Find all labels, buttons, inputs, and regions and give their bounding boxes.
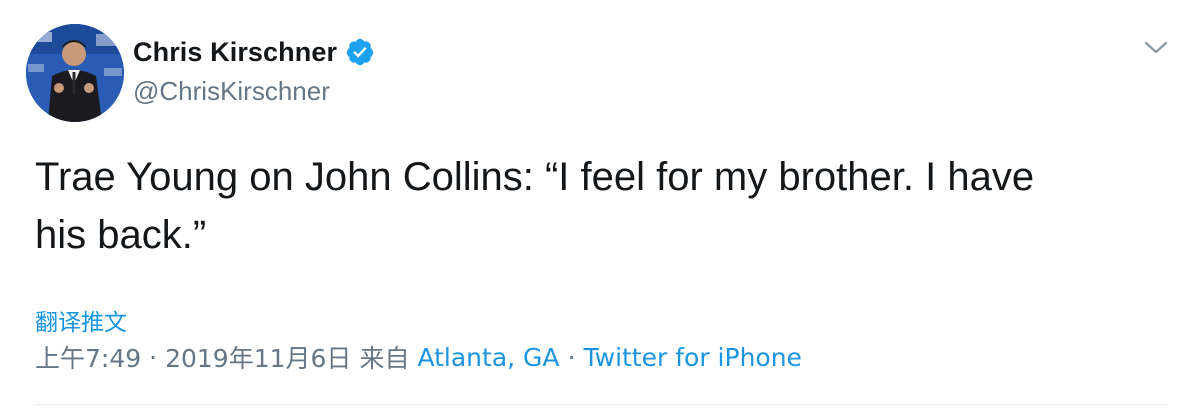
- tweet-card: Chris Kirschner @ChrisKirschner Trae You…: [0, 0, 1204, 408]
- tweet-date[interactable]: 2019年11月6日: [165, 339, 351, 375]
- tweet-text: Trae Young on John Collins: “I feel for …: [35, 148, 1165, 264]
- translate-tweet-link[interactable]: 翻译推文: [35, 303, 127, 337]
- divider: [35, 404, 1169, 405]
- verified-badge-icon: [345, 37, 375, 67]
- name-row: Chris Kirschner: [133, 34, 375, 70]
- location-link[interactable]: Atlanta, GA: [417, 343, 559, 372]
- from-label: 来自: [359, 344, 410, 373]
- user-handle[interactable]: @ChrisKirschner: [133, 76, 330, 107]
- source-link[interactable]: Twitter for iPhone: [583, 343, 801, 372]
- tweet-text-line-1: Trae Young on John Collins: “I feel for …: [35, 155, 1035, 199]
- meta-separator: ·: [149, 342, 158, 372]
- chevron-down-icon[interactable]: [1143, 38, 1169, 58]
- tweet-time[interactable]: 上午7:49: [35, 339, 141, 375]
- tweet-meta: 上午7:49 · 2019年11月6日 来自 Atlanta, GA · Twi…: [35, 339, 802, 375]
- display-name[interactable]: Chris Kirschner: [133, 37, 337, 68]
- meta-separator-2: ·: [567, 342, 576, 372]
- tweet-text-line-2: his back.”: [35, 213, 207, 257]
- avatar[interactable]: [26, 24, 124, 122]
